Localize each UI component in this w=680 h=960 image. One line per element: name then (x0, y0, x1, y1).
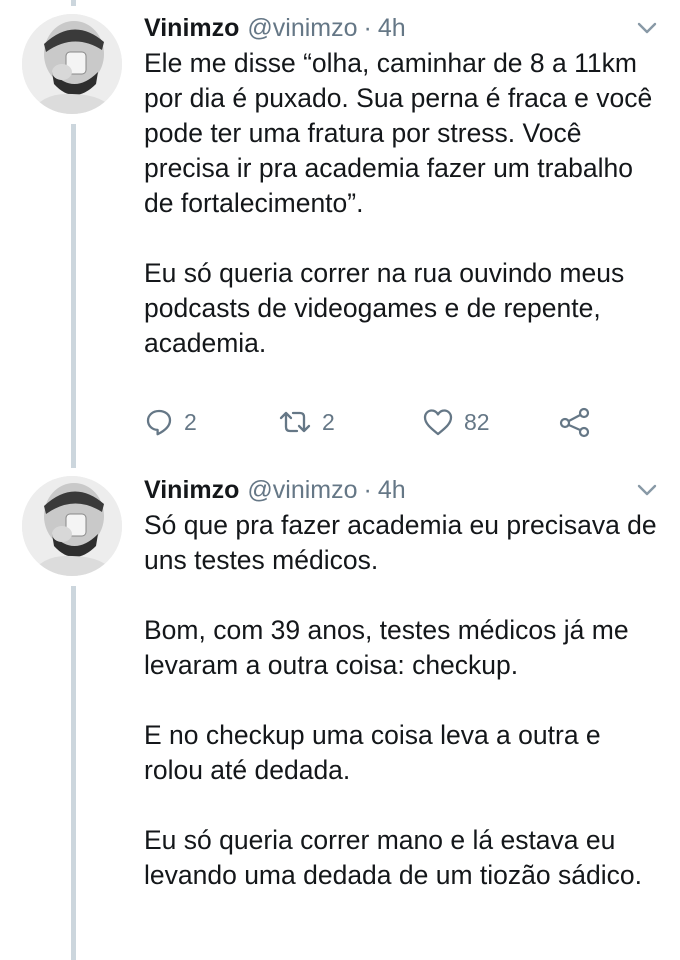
username[interactable]: @vinimzo (247, 14, 357, 43)
avatar-photo (22, 14, 122, 114)
tweet-paragraph: Só que pra fazer academia eu precisava d… (144, 510, 657, 575)
retweet-icon (278, 407, 312, 437)
reply-count: 2 (184, 408, 197, 435)
like-icon (422, 407, 454, 437)
tweet-header: Vinimzo @vinimzo · 4h (144, 472, 406, 508)
tweet[interactable]: Vinimzo @vinimzo · 4h Ele me disse “olha… (0, 10, 680, 450)
reply-icon (144, 407, 174, 437)
tweet-text: Ele me disse “olha, caminhar de 8 a 11km… (144, 46, 664, 361)
like-count: 82 (464, 408, 490, 435)
avatar[interactable] (22, 476, 122, 576)
share-icon (558, 406, 592, 438)
retweet-count: 2 (322, 408, 335, 435)
username[interactable]: @vinimzo (247, 476, 357, 505)
tweet-paragraph: Ele me disse “olha, caminhar de 8 a 11km… (144, 48, 653, 218)
tweet-paragraph: E no checkup uma coisa leva a outra e ro… (144, 720, 601, 785)
tweet-header: Vinimzo @vinimzo · 4h (144, 10, 406, 46)
display-name[interactable]: Vinimzo (144, 476, 239, 505)
tweet-actions: 2 2 82 (144, 402, 644, 442)
tweet[interactable]: Vinimzo @vinimzo · 4h Só que pra fazer a… (0, 472, 680, 960)
timestamp[interactable]: 4h (378, 14, 406, 43)
timestamp[interactable]: 4h (378, 476, 406, 505)
tweet-paragraph: Eu só queria correr mano e lá estava eu … (144, 825, 642, 890)
thread-line (71, 0, 76, 6)
share-button[interactable] (558, 402, 592, 442)
tweet-paragraph: Bom, com 39 anos, testes médicos já me l… (144, 615, 629, 680)
separator-dot: · (363, 475, 372, 504)
separator-dot: · (363, 13, 372, 42)
like-button[interactable]: 82 (422, 402, 490, 442)
retweet-button[interactable]: 2 (278, 402, 335, 442)
tweet-text: Só que pra fazer academia eu precisava d… (144, 508, 664, 893)
avatar-photo (22, 476, 122, 576)
chevron-down-icon[interactable] (634, 480, 660, 500)
reply-button[interactable]: 2 (144, 402, 197, 442)
chevron-down-icon[interactable] (634, 18, 660, 38)
tweet-paragraph: Eu só queria correr na rua ouvindo meus … (144, 258, 625, 358)
display-name[interactable]: Vinimzo (144, 14, 239, 43)
avatar[interactable] (22, 14, 122, 114)
